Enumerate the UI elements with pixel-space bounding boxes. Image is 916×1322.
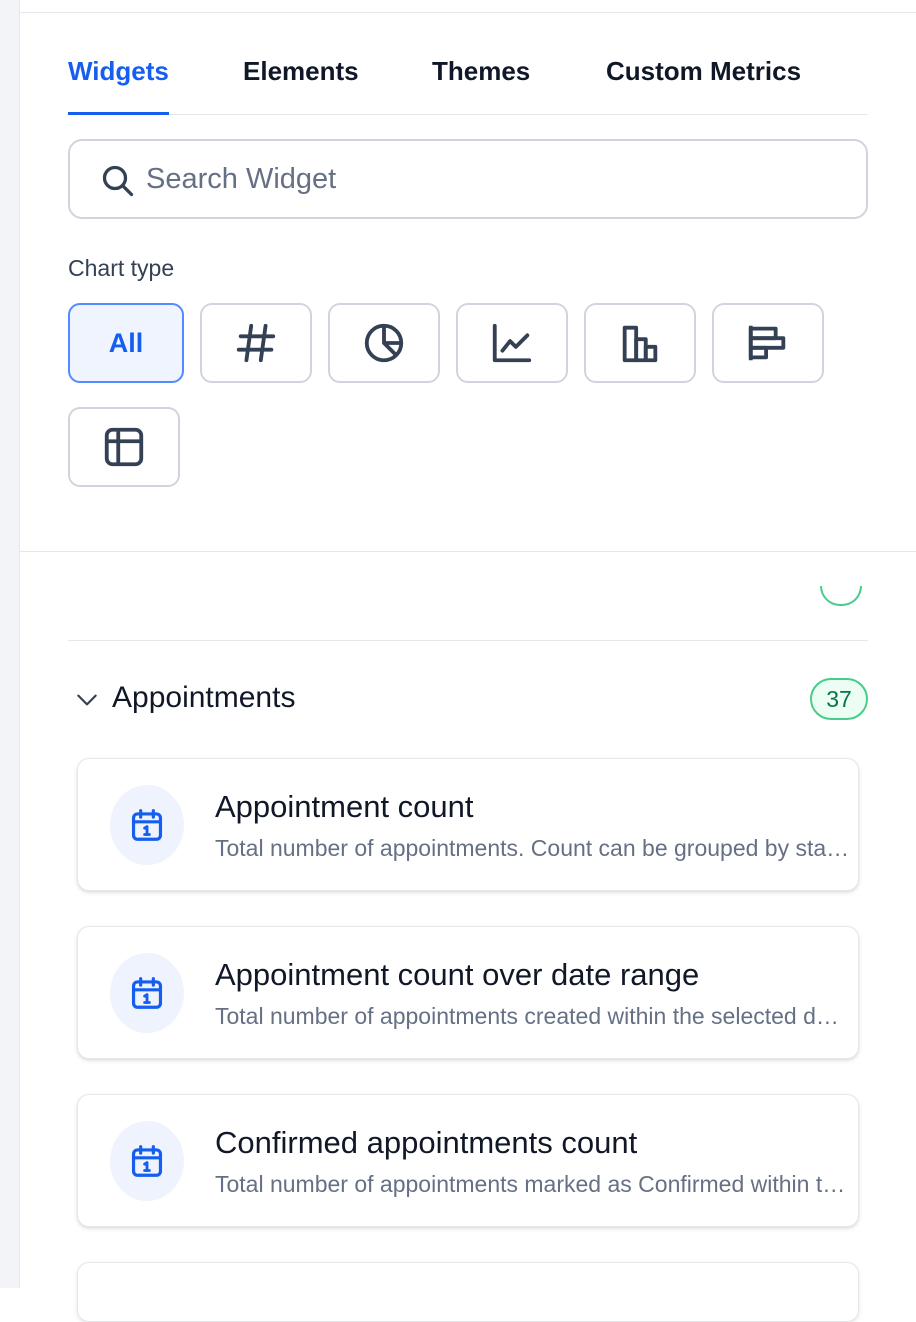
horizontal-bar-chart-icon bbox=[748, 325, 786, 361]
tab-custom-metrics[interactable]: Custom Metrics bbox=[606, 56, 801, 115]
widget-icon-container bbox=[110, 1121, 184, 1201]
widget-title: Appointment count over date range bbox=[215, 957, 700, 992]
bar-chart-icon bbox=[622, 325, 658, 363]
widget-card-partial[interactable] bbox=[77, 1262, 859, 1322]
left-panel-edge bbox=[0, 0, 20, 1288]
chart-type-all-button[interactable]: All bbox=[68, 303, 184, 383]
chart-type-number-button[interactable] bbox=[200, 303, 312, 383]
widget-icon-container bbox=[110, 953, 184, 1033]
widget-description: Total number of appointments marked as C… bbox=[215, 1171, 851, 1197]
partial-count-badge bbox=[820, 586, 862, 606]
pie-chart-icon bbox=[364, 323, 404, 363]
widget-icon-container bbox=[110, 785, 184, 865]
group-divider bbox=[68, 640, 868, 641]
chart-type-label: Chart type bbox=[68, 255, 175, 281]
chart-type-bar-button[interactable] bbox=[584, 303, 696, 383]
chart-type-pie-button[interactable] bbox=[328, 303, 440, 383]
chevron-down-icon bbox=[77, 694, 97, 706]
hash-icon bbox=[236, 323, 276, 363]
widget-card-appointment-count[interactable]: Appointment count Total number of appoin… bbox=[77, 758, 859, 891]
calendar-icon bbox=[131, 809, 163, 841]
count-badge: 37 bbox=[810, 678, 868, 720]
search-box[interactable] bbox=[68, 139, 868, 219]
group-title: Appointments bbox=[112, 681, 296, 714]
chart-type-horizontal-bar-button[interactable] bbox=[712, 303, 824, 383]
tab-widgets[interactable]: Widgets bbox=[68, 56, 169, 115]
widget-title: Appointment count bbox=[215, 789, 474, 824]
chart-type-all-label: All bbox=[108, 327, 144, 358]
chart-type-line-button[interactable] bbox=[456, 303, 568, 383]
calendar-icon bbox=[131, 1145, 163, 1177]
widget-title: Confirmed appointments count bbox=[215, 1125, 638, 1160]
table-icon bbox=[104, 427, 144, 467]
search-icon bbox=[102, 165, 134, 197]
search-input[interactable] bbox=[146, 157, 826, 201]
tab-elements[interactable]: Elements bbox=[243, 56, 359, 115]
widget-description: Total number of appointments. Count can … bbox=[215, 835, 851, 861]
widget-card-appointment-count-over-date-range[interactable]: Appointment count over date range Total … bbox=[77, 926, 859, 1059]
tab-bar: Widgets Elements Themes Custom Metrics bbox=[68, 40, 868, 115]
group-header-appointments[interactable]: Appointments 37 bbox=[68, 676, 868, 722]
section-divider bbox=[20, 551, 916, 552]
top-divider bbox=[20, 12, 916, 13]
chart-type-table-button[interactable] bbox=[68, 407, 180, 487]
widget-card-confirmed-appointments-count[interactable]: Confirmed appointments count Total numbe… bbox=[77, 1094, 859, 1227]
line-chart-icon bbox=[492, 323, 532, 363]
tab-themes[interactable]: Themes bbox=[432, 56, 530, 115]
calendar-icon bbox=[131, 977, 163, 1009]
widget-description: Total number of appointments created wit… bbox=[215, 1003, 851, 1029]
